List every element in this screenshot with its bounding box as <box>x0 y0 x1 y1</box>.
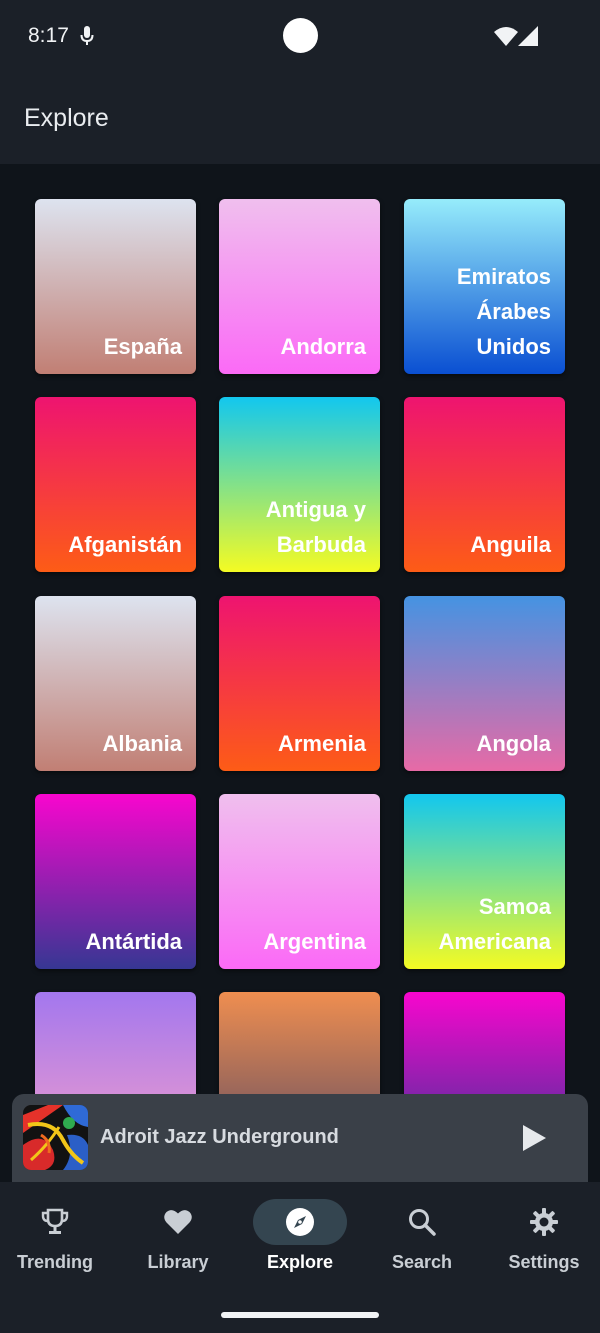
play-button[interactable] <box>510 1114 558 1162</box>
page-title: Explore <box>24 104 109 132</box>
nav-label: Trending <box>17 1252 93 1272</box>
nav-item-settings[interactable]: Settings <box>484 1182 600 1292</box>
country-tile[interactable]: Andorra <box>219 199 380 374</box>
compass-icon <box>286 1208 314 1236</box>
status-bar: 8:17 <box>0 0 600 74</box>
country-tile[interactable]: Emiratos Árabes Unidos <box>404 199 565 374</box>
search-icon <box>409 1209 436 1236</box>
nav-item-search[interactable]: Search <box>362 1182 482 1292</box>
nav-item-trending[interactable]: Trending <box>0 1182 115 1292</box>
country-tile[interactable]: Anguila <box>404 397 565 572</box>
country-grid: España Andorra Emiratos Árabes Unidos Af… <box>0 164 600 1094</box>
track-title: Adroit Jazz Underground <box>100 1126 339 1148</box>
country-tile[interactable]: Antártida <box>35 794 196 969</box>
country-tile[interactable]: Argentina <box>219 794 380 969</box>
country-label: Antigua y Barbuda <box>265 497 366 557</box>
wifi-icon <box>494 27 518 46</box>
mic-icon <box>80 26 94 45</box>
bottom-navigation: Trending Library Explore Search Settings <box>0 1182 600 1333</box>
country-label: Argentina <box>263 929 366 954</box>
country-label: Samoa Americana <box>438 894 551 954</box>
country-label: Antártida <box>85 929 182 954</box>
country-label: Anguila <box>470 532 551 557</box>
nav-item-library[interactable]: Library <box>118 1182 238 1292</box>
nav-label: Search <box>391 1252 453 1272</box>
album-art <box>23 1105 88 1170</box>
country-tile[interactable]: Angola <box>404 596 565 771</box>
gear-icon <box>530 1208 558 1236</box>
nav-label: Library <box>147 1252 209 1272</box>
country-tile[interactable]: Armenia <box>219 596 380 771</box>
country-label: España <box>103 334 182 359</box>
heart-icon <box>164 1210 192 1234</box>
app-bar: Explore <box>0 74 600 164</box>
country-tile[interactable] <box>219 992 380 1094</box>
country-tile[interactable]: Samoa Americana <box>404 794 565 969</box>
camera-cutout <box>283 18 318 53</box>
country-label: Emiratos Árabes Unidos <box>456 264 551 359</box>
country-label: Angola <box>476 731 551 756</box>
signal-icon <box>518 26 538 46</box>
country-tile[interactable]: Afganistán <box>35 397 196 572</box>
country-label: Andorra <box>280 334 366 359</box>
country-label: Albania <box>102 731 182 756</box>
nav-label: Explore <box>266 1252 334 1272</box>
country-tile[interactable] <box>35 992 196 1094</box>
home-indicator[interactable] <box>221 1312 379 1318</box>
country-tile[interactable]: Albania <box>35 596 196 771</box>
nav-label: Settings <box>508 1252 580 1272</box>
trophy-icon <box>41 1208 69 1234</box>
country-label: Armenia <box>277 731 366 756</box>
country-label: Afganistán <box>68 532 182 557</box>
country-tile[interactable] <box>404 992 565 1094</box>
mini-player[interactable]: Adroit Jazz Underground <box>12 1094 588 1182</box>
status-time: 8:17 <box>28 24 69 47</box>
nav-item-explore[interactable]: Explore <box>240 1182 360 1292</box>
country-tile[interactable]: España <box>35 199 196 374</box>
play-icon <box>523 1125 546 1151</box>
country-tile[interactable]: Antigua y Barbuda <box>219 397 380 572</box>
